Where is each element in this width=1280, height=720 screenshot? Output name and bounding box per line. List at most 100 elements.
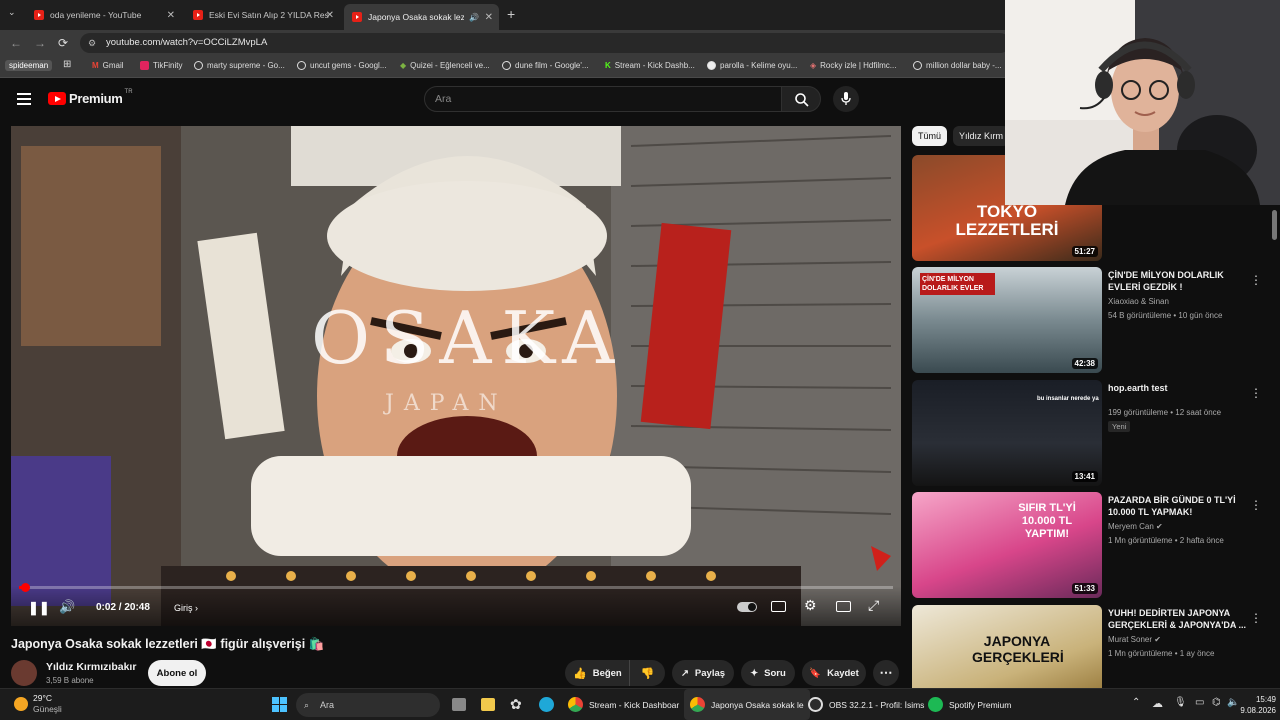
youtube-logo[interactable]: Premium TR [48, 89, 133, 106]
thumbnail-text: TOKYO LEZZETLERİ [955, 202, 1059, 239]
pause-icon[interactable]: ❚❚ [28, 600, 50, 616]
more-options-icon[interactable]: ⋮ [1250, 386, 1262, 400]
mic-tray-icon[interactable]: 🎙 [1174, 697, 1187, 708]
tab-japonya-osaka[interactable]: Japonya Osaka sokak lezze 🔊 ✕ [344, 4, 499, 30]
close-icon[interactable]: ✕ [326, 10, 334, 21]
more-actions-button[interactable]: ⋯ [873, 660, 899, 686]
bookmark-rocky[interactable]: ◈ Rocky izle | Hdfilmc... [810, 61, 896, 70]
bookmark-uncut-gems[interactable]: uncut gems - Googl... [297, 61, 386, 70]
progress-track[interactable] [19, 583, 893, 592]
voice-search-button[interactable] [833, 86, 859, 112]
bookmark-icon: 🔖 [809, 667, 822, 679]
video-player[interactable]: OSAKA JAPAN ❚❚ 🔊 0:02 / 20:48 Giriş › ⚙ … [11, 126, 901, 626]
apps-grid-icon[interactable]: ⊞ [63, 59, 71, 70]
save-button[interactable]: 🔖 Kaydet [802, 660, 866, 686]
bookmark-quizei[interactable]: ◆ Quizei - Eğlenceli ve... [400, 61, 490, 70]
windows-start-icon[interactable] [272, 697, 287, 712]
channel-name[interactable]: Yıldız Kırmızıbakır [46, 661, 136, 673]
bookmark-label: dune film - Google'... [515, 61, 589, 70]
recommendation-title[interactable]: hop.earth test [1108, 382, 1248, 394]
taskbar-app-spotify[interactable]: Spotify Premium [928, 697, 1011, 712]
recommendation-title[interactable]: ÇİN'DE MİLYON DOLARLIK EVLERİ GEZDİK ! [1108, 269, 1248, 293]
tikfinity-icon [140, 61, 149, 70]
fullscreen-icon[interactable]: ⤢ [868, 597, 879, 614]
avatar[interactable] [11, 660, 37, 686]
weather-widget[interactable]: 29°C Güneşli [14, 693, 62, 715]
recommendation-item[interactable]: SIFIR TL'Yİ 10.000 TL YAPTIM! 51:33 PAZA… [912, 492, 1280, 598]
tab-search-icon[interactable]: ⌄ [8, 7, 16, 18]
channel-label: Meryem Can [1108, 522, 1154, 531]
bookmark-marty[interactable]: marty supreme - Go... [194, 61, 285, 70]
bookmark-kick[interactable]: K Stream - Kick Dashb... [605, 61, 695, 70]
taskbar-app-label: Japonya Osaka sokak le [711, 699, 804, 710]
video-thumbnail[interactable]: ÇİN'DE MİLYON DOLARLIK EVLER 42:38 [912, 267, 1102, 373]
display-icon[interactable]: ▭ [1195, 697, 1204, 708]
ask-button[interactable]: ✦ Soru [741, 660, 795, 686]
url-field[interactable]: ⚙ youtube.com/watch?v=OCCiLZMvpLA [80, 33, 1010, 53]
clock-time: 15:49 [1255, 695, 1276, 704]
file-explorer-icon[interactable] [452, 698, 466, 711]
recommendation-channel[interactable]: Xiaoxiao & Sinan [1108, 297, 1169, 306]
network-icon[interactable]: ⌬ [1212, 697, 1221, 708]
recommendation-item[interactable]: ÇİN'DE MİLYON DOLARLIK EVLER 42:38 ÇİN'D… [912, 267, 1280, 373]
back-icon[interactable]: ← [10, 36, 22, 50]
menu-icon[interactable] [17, 93, 31, 105]
close-icon[interactable]: ✕ [167, 10, 175, 21]
more-options-icon[interactable]: ⋮ [1250, 498, 1262, 512]
chip-all[interactable]: Tümü [912, 126, 948, 146]
close-icon[interactable]: ✕ [485, 12, 493, 23]
dislike-button[interactable]: 👎 [629, 660, 665, 686]
bookmark-tikfinity[interactable]: TikFinity [140, 61, 182, 70]
chip-channel[interactable]: Yıldız Kırm [953, 126, 1010, 146]
miniplayer-icon[interactable] [836, 601, 851, 612]
bookmark-dune[interactable]: dune film - Google'... [502, 61, 589, 70]
recommendation-item[interactable]: JAPONYA GERÇEKLERİ YUHH! DEDİRTEN JAPONY… [912, 605, 1280, 688]
taskbar-app-obs[interactable]: OBS 32.2.1 - Profil: İsims [808, 697, 924, 712]
tab-oda-yenileme[interactable]: oda yenileme - YouTube ✕ [26, 4, 181, 26]
settings-icon[interactable]: ⚙ [804, 597, 817, 614]
volume-icon[interactable]: 🔊 [59, 599, 75, 615]
taskbar-app-kick[interactable]: Stream - Kick Dashboar [568, 697, 679, 712]
edge-icon[interactable] [539, 697, 554, 712]
like-button[interactable]: 👍 Beğen [565, 660, 637, 686]
tab-eski-evi[interactable]: Eski Evi Satın Alıp 2 YILDA Resto ✕ [185, 4, 340, 26]
video-thumbnail[interactable]: bu insanlar nerede ya 13:41 [912, 380, 1102, 486]
progress-scrubber[interactable] [21, 583, 30, 592]
recommendation-channel[interactable]: Meryem Can ✔ [1108, 522, 1163, 531]
video-thumbnail[interactable]: JAPONYA GERÇEKLERİ [912, 605, 1102, 688]
bookmark-parolla[interactable]: parolla - Kelime oyu... [707, 61, 797, 70]
quizei-icon: ◆ [400, 61, 407, 70]
obs-icon [808, 697, 823, 712]
chapter-button[interactable]: Giriş › [174, 603, 198, 613]
search-input[interactable]: Ara [424, 86, 782, 112]
autoplay-toggle[interactable] [737, 602, 757, 612]
bookmark-spideeman[interactable]: spideeman [5, 60, 53, 71]
search-button[interactable] [781, 86, 821, 112]
recommendation-title[interactable]: YUHH! DEDİRTEN JAPONYA GERÇEKLERİ & JAPO… [1108, 607, 1248, 631]
recommendation-item[interactable]: bu insanlar nerede ya 13:41 hop.earth te… [912, 380, 1280, 486]
share-button[interactable]: ↗ Paylaş [672, 660, 734, 686]
clock[interactable]: 15:49 9.08.2026 [1232, 694, 1276, 716]
store-icon[interactable] [481, 698, 495, 711]
duration-badge: 13:41 [1071, 471, 1098, 482]
forward-icon[interactable]: → [34, 36, 46, 50]
tray-chevron-icon[interactable]: ⌃ [1132, 697, 1140, 708]
more-options-icon[interactable]: ⋮ [1250, 273, 1262, 287]
sidebar-scrollbar[interactable] [1272, 210, 1277, 240]
taskbar-app-japonya[interactable]: Japonya Osaka sokak le [684, 689, 810, 720]
cloud-icon[interactable]: ☁ [1152, 697, 1163, 710]
logo-text: Premium [69, 91, 123, 106]
video-thumbnail[interactable]: SIFIR TL'Yİ 10.000 TL YAPTIM! 51:33 [912, 492, 1102, 598]
chatgpt-icon[interactable]: ✿ [510, 696, 522, 713]
new-tab-button[interactable]: + [507, 6, 515, 22]
bookmark-gmail[interactable]: M Gmail [92, 61, 124, 70]
bookmark-million-dollar[interactable]: million dollar baby -... [913, 61, 1002, 70]
taskbar-search[interactable]: ⌕ Ara [296, 693, 440, 717]
more-options-icon[interactable]: ⋮ [1250, 611, 1262, 625]
subscribe-button[interactable]: Abone ol [148, 660, 206, 686]
reload-icon[interactable]: ⟳ [58, 36, 68, 50]
subtitles-icon[interactable] [771, 601, 786, 612]
site-info-icon[interactable]: ⚙ [88, 33, 96, 53]
recommendation-channel[interactable]: Murat Soner ✔ [1108, 635, 1161, 644]
recommendation-title[interactable]: PAZARDA BİR GÜNDE 0 TL'Yİ 10.000 TL YAPM… [1108, 494, 1248, 518]
